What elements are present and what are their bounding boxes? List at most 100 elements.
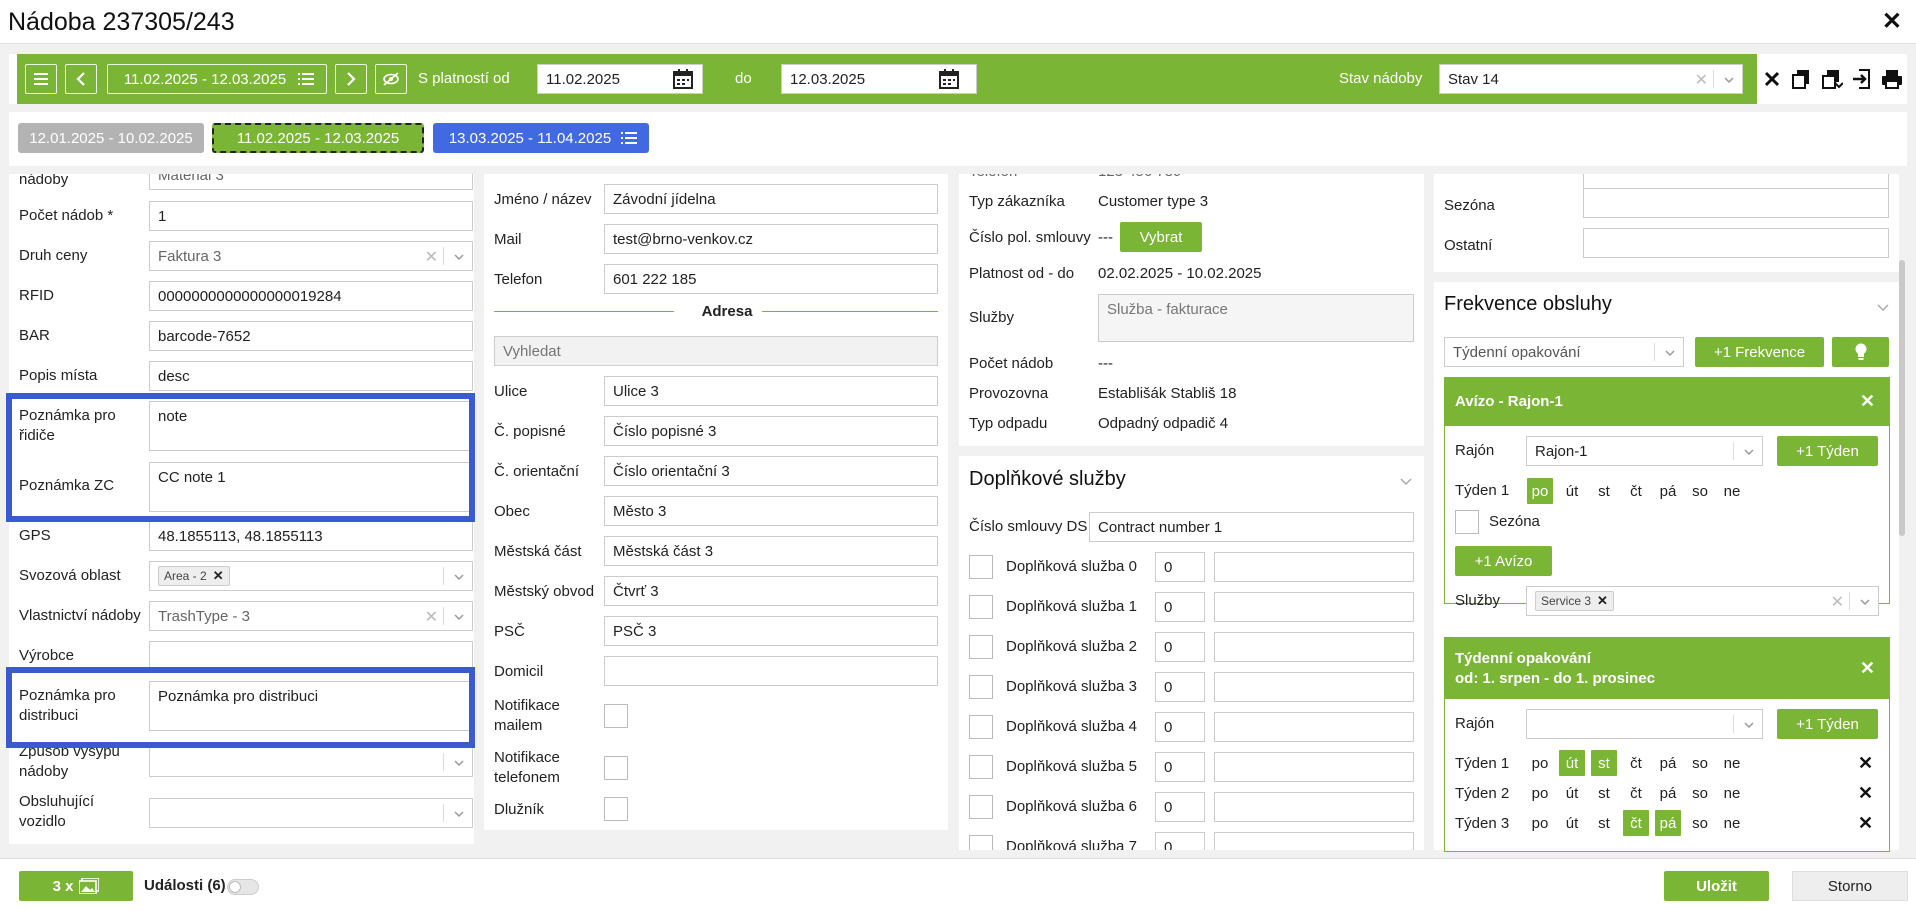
hint-button[interactable] (1832, 337, 1889, 367)
period-prev-button[interactable]: 12.01.2025 - 10.02.2025 (18, 123, 204, 153)
day-toggle[interactable]: pá (1655, 478, 1681, 504)
service-checkbox[interactable] (969, 755, 993, 779)
day-toggle[interactable]: ne (1719, 478, 1745, 504)
clear-icon[interactable]: ✕ (1695, 70, 1708, 90)
service-note-input[interactable] (1214, 672, 1414, 702)
service-quantity-input[interactable]: 0 (1155, 792, 1205, 822)
street-input[interactable]: Ulice 3 (604, 376, 938, 406)
day-toggle[interactable]: po (1527, 750, 1553, 776)
add-avizo-button[interactable]: +1 Avízo (1455, 546, 1552, 576)
notify-phone-checkbox[interactable] (604, 756, 628, 780)
material-select[interactable]: Materiál 3 (149, 174, 473, 190)
frequency-type-select[interactable]: Týdenní opakování (1444, 337, 1684, 367)
day-toggle[interactable]: ne (1719, 810, 1745, 836)
zip-input[interactable]: PSČ 3 (604, 616, 938, 646)
tag-remove-icon[interactable]: ✕ (1597, 593, 1608, 609)
day-toggle[interactable]: út (1559, 780, 1585, 806)
service-note-input[interactable] (1214, 592, 1414, 622)
remove-week-icon[interactable]: ✕ (1858, 753, 1873, 774)
name-input[interactable]: Závodní jídelna (604, 184, 938, 214)
day-toggle[interactable]: čt (1623, 750, 1649, 776)
scrollbar-thumb[interactable] (1899, 260, 1905, 536)
service-quantity-input[interactable]: 0 (1155, 632, 1205, 662)
day-toggle[interactable]: st (1591, 478, 1617, 504)
ds-contract-input[interactable]: Contract number 1 (1089, 512, 1414, 542)
save-button[interactable]: Uložit (1664, 871, 1769, 901)
service-checkbox[interactable] (969, 635, 993, 659)
avizo-rajon-select[interactable]: Rajon-1 (1526, 436, 1763, 466)
export-icon[interactable] (1851, 68, 1873, 90)
copy-down-icon[interactable] (1821, 68, 1843, 90)
close-icon[interactable]: ✕ (1882, 7, 1902, 36)
place-desc-input[interactable]: desc (149, 361, 473, 391)
period-select-button[interactable]: 11.02.2025 - 12.03.2025 (107, 64, 327, 94)
day-toggle[interactable]: so (1687, 750, 1713, 776)
state-select[interactable]: Stav 14 ✕ (1439, 64, 1743, 94)
day-toggle[interactable]: st (1591, 810, 1617, 836)
day-toggle[interactable]: po (1527, 780, 1553, 806)
service-checkbox[interactable] (969, 595, 993, 619)
mail-input[interactable]: test@brno-venkov.cz (604, 224, 938, 254)
price-type-select[interactable]: Faktura 3 ✕ (149, 241, 473, 271)
avizo-services-select[interactable]: Service 3 ✕ ✕ (1526, 586, 1879, 616)
prev-period-button[interactable] (65, 64, 97, 94)
select-contract-button[interactable]: Vybrat (1120, 222, 1202, 252)
calendar-icon[interactable] (939, 69, 959, 89)
day-toggle[interactable]: pá (1655, 810, 1681, 836)
service-checkbox[interactable] (969, 555, 993, 579)
vehicle-select[interactable] (149, 798, 473, 828)
dump-method-select[interactable] (149, 747, 473, 777)
weekly-add-week-button[interactable]: +1 Týden (1777, 709, 1878, 739)
day-toggle[interactable]: út (1559, 478, 1585, 504)
day-toggle[interactable]: st (1591, 750, 1617, 776)
service-note-input[interactable] (1214, 832, 1414, 850)
clear-icon[interactable]: ✕ (425, 607, 438, 627)
day-toggle[interactable]: ne (1719, 750, 1745, 776)
copy-icon[interactable] (1791, 68, 1813, 90)
period-current-button[interactable]: 11.02.2025 - 12.03.2025 (212, 123, 424, 153)
clear-icon[interactable]: ✕ (1831, 592, 1844, 612)
service-quantity-input[interactable]: 0 (1155, 752, 1205, 782)
close-icon[interactable]: ✕ (1860, 391, 1875, 412)
next-period-button[interactable] (335, 64, 367, 94)
photos-button[interactable]: 3 x (19, 871, 133, 901)
gps-input[interactable]: 48.1855113, 48.1855113 (149, 521, 473, 551)
avizo-season-checkbox[interactable] (1455, 510, 1479, 534)
service-quantity-input[interactable]: 0 (1155, 832, 1205, 850)
menu-button[interactable] (25, 64, 57, 94)
service-note-input[interactable] (1214, 752, 1414, 782)
district-input[interactable]: Městská část 3 (604, 536, 938, 566)
service-quantity-input[interactable]: 0 (1155, 592, 1205, 622)
service-checkbox[interactable] (969, 715, 993, 739)
day-toggle[interactable]: pá (1655, 750, 1681, 776)
service-note-input[interactable] (1214, 552, 1414, 582)
day-toggle[interactable]: út (1559, 750, 1585, 776)
avizo-add-week-button[interactable]: +1 Týden (1777, 436, 1878, 466)
day-toggle[interactable]: po (1527, 810, 1553, 836)
other-input[interactable] (1583, 228, 1889, 258)
service-checkbox[interactable] (969, 835, 993, 850)
close-icon[interactable]: ✕ (1860, 658, 1875, 679)
day-toggle[interactable]: st (1591, 780, 1617, 806)
service-note-input[interactable] (1214, 632, 1414, 662)
print-icon[interactable] (1881, 68, 1903, 90)
service-checkbox[interactable] (969, 675, 993, 699)
city-input[interactable]: Město 3 (604, 496, 938, 526)
visibility-toggle-button[interactable] (375, 64, 407, 94)
service-note-input[interactable] (1214, 792, 1414, 822)
house-number-input[interactable]: Číslo popisné 3 (604, 416, 938, 446)
weekly-rajon-select[interactable] (1526, 709, 1763, 739)
service-checkbox[interactable] (969, 795, 993, 819)
bar-input[interactable]: barcode-7652 (149, 321, 473, 351)
chevron-down-icon[interactable] (1876, 300, 1890, 314)
day-toggle[interactable]: čt (1623, 810, 1649, 836)
close-icon[interactable] (1761, 68, 1783, 90)
day-toggle[interactable]: čt (1623, 478, 1649, 504)
day-toggle[interactable]: so (1687, 810, 1713, 836)
remove-week-icon[interactable]: ✕ (1858, 783, 1873, 804)
borough-input[interactable]: Čtvrť 3 (604, 576, 938, 606)
phone-input[interactable]: 601 222 185 (604, 264, 938, 294)
add-frequency-button[interactable]: +1 Frekvence (1695, 337, 1824, 367)
service-quantity-input[interactable]: 0 (1155, 552, 1205, 582)
season-input[interactable] (1583, 188, 1889, 218)
